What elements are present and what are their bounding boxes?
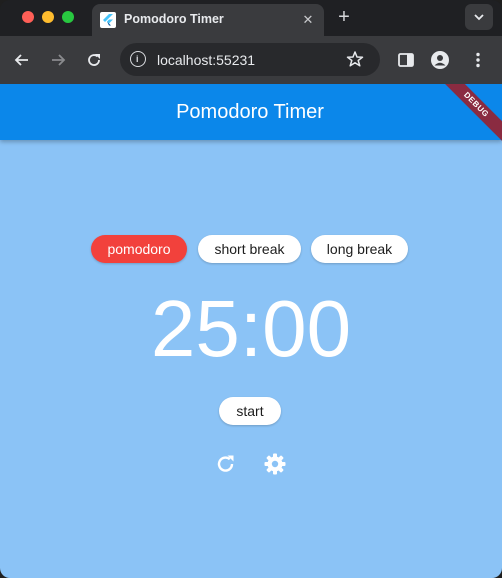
- tab-search-button[interactable]: [465, 4, 493, 30]
- short-break-mode-button[interactable]: short break: [198, 235, 301, 263]
- tab-strip: Pomodoro Timer ✕ +: [0, 0, 502, 36]
- reload-icon[interactable]: [84, 50, 104, 70]
- tab-close-icon[interactable]: ✕: [298, 10, 318, 30]
- timer-display: 25:00: [150, 284, 352, 373]
- app-bar: Pomodoro Timer: [0, 84, 502, 140]
- info-icon[interactable]: i: [130, 51, 146, 67]
- star-icon[interactable]: [346, 50, 364, 68]
- flutter-favicon-icon: [100, 12, 116, 28]
- reset-icon[interactable]: [214, 452, 238, 476]
- sidebar-icon[interactable]: [396, 50, 416, 70]
- tab-title: Pomodoro Timer: [124, 12, 224, 26]
- app-viewport: Pomodoro Timer DEBUG pomodoro short brea…: [0, 84, 502, 578]
- back-icon[interactable]: [12, 50, 32, 70]
- minimize-window-button[interactable]: [42, 11, 54, 23]
- browser-window: Pomodoro Timer ✕ + i localhost:55231 Pom…: [0, 0, 502, 578]
- browser-tab[interactable]: Pomodoro Timer ✕: [92, 4, 324, 36]
- mode-selector: pomodoro short break long break: [0, 235, 502, 263]
- menu-icon[interactable]: [468, 50, 488, 70]
- forward-icon[interactable]: [48, 50, 68, 70]
- pomodoro-mode-button[interactable]: pomodoro: [91, 235, 187, 263]
- new-tab-button[interactable]: +: [334, 6, 354, 28]
- chevron-down-icon: [474, 14, 484, 21]
- url-text: localhost:55231: [157, 52, 256, 68]
- maximize-window-button[interactable]: [62, 11, 74, 23]
- browser-toolbar: i localhost:55231: [0, 36, 502, 84]
- close-window-button[interactable]: [22, 11, 34, 23]
- profile-icon[interactable]: [430, 50, 450, 70]
- start-button[interactable]: start: [219, 397, 281, 425]
- app-title: Pomodoro Timer: [176, 101, 324, 123]
- address-bar[interactable]: i localhost:55231: [120, 43, 380, 76]
- settings-icon[interactable]: [263, 452, 287, 476]
- long-break-mode-button[interactable]: long break: [311, 235, 408, 263]
